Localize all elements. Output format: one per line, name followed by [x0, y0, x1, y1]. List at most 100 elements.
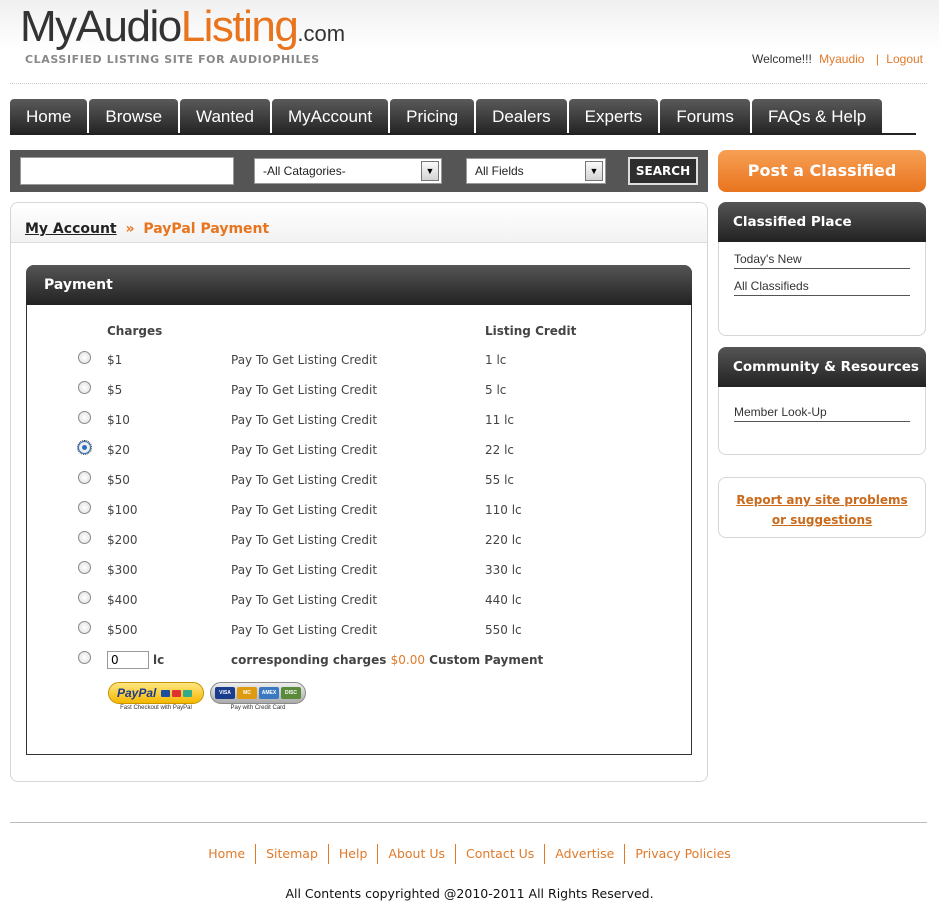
- report-suggestions-link[interactable]: or suggestions: [772, 513, 872, 527]
- paypal-logo: PayPal: [108, 682, 204, 704]
- payment-option-charge: $200: [107, 533, 138, 547]
- site-logo[interactable]: MyAudioListing.com: [20, 2, 345, 52]
- logout-link[interactable]: Logout: [886, 52, 923, 66]
- payment-option-description: Pay To Get Listing Credit: [231, 413, 378, 427]
- report-problems-box: Report any site problems or suggestions: [718, 477, 926, 538]
- category-select[interactable]: -All Catagories- ▼: [254, 158, 442, 184]
- footer-link-home[interactable]: Home: [198, 844, 255, 864]
- payment-option-charge: $20: [107, 443, 130, 457]
- paypal-label: PayPal: [117, 686, 157, 700]
- discover-card-icon: DISC: [281, 687, 301, 699]
- mastercard-icon: MC: [237, 687, 257, 699]
- chevron-down-icon[interactable]: ▼: [421, 161, 439, 181]
- classified-place-box: Classified Place Today's New All Classif…: [718, 202, 926, 336]
- custom-charges-suffix: Custom Payment: [429, 653, 544, 667]
- nav-tab-dealers[interactable]: Dealers: [476, 99, 567, 135]
- nav-tab-forums[interactable]: Forums: [660, 99, 750, 135]
- footer-link-help[interactable]: Help: [327, 844, 378, 864]
- payment-option-credit: 11 lc: [485, 413, 515, 427]
- post-classified-button[interactable]: Post a Classified: [718, 150, 926, 192]
- payment-option-credit: 220 lc: [485, 533, 522, 547]
- payment-option-charge: $5: [107, 383, 123, 397]
- main-content: My Account » PayPal Payment Payment Char…: [10, 202, 708, 782]
- nav-tab-home[interactable]: Home: [10, 99, 88, 135]
- card-mini-icon: [161, 689, 171, 697]
- nav-underline: [10, 133, 916, 135]
- nav-tab-experts[interactable]: Experts: [568, 99, 659, 135]
- payment-option-radio[interactable]: [78, 501, 91, 514]
- payment-option-charge: $500: [107, 623, 138, 637]
- nav-tab-myaccount[interactable]: MyAccount: [272, 99, 389, 135]
- col-header-listing-credit: Listing Credit: [485, 324, 577, 338]
- payment-option-description: Pay To Get Listing Credit: [231, 443, 378, 457]
- copyright-text: All Contents copyrighted @2010-2011 All …: [285, 886, 654, 901]
- payment-option-radio[interactable]: [78, 531, 91, 544]
- payment-option-radio[interactable]: [78, 561, 91, 574]
- credit-card-button[interactable]: VISA MC AMEX DISC Pay with Credit Card: [210, 682, 306, 714]
- breadcrumb-my-account[interactable]: My Account: [25, 221, 117, 237]
- custom-charges-amount: $0.00: [390, 653, 425, 667]
- paypal-caption: Fast Checkout with PayPal: [120, 705, 192, 711]
- visa-card-icon: VISA: [215, 687, 235, 699]
- payment-option-row: $500 Pay To Get Listing Credit 550 lc: [27, 621, 687, 641]
- all-classifieds-link[interactable]: All Classifieds: [734, 269, 910, 296]
- amex-card-icon: AMEX: [259, 687, 279, 699]
- payment-option-radio[interactable]: [77, 440, 92, 455]
- footer-link-advertise[interactable]: Advertise: [544, 844, 624, 864]
- payment-option-charge: $1: [107, 353, 123, 367]
- payment-option-row: $400 Pay To Get Listing Credit 440 lc: [27, 591, 687, 611]
- paypal-checkout-button[interactable]: PayPal Fast Checkout with PayPal: [108, 682, 204, 714]
- community-resources-box: Community & Resources Member Look-Up: [718, 347, 926, 455]
- username-link[interactable]: Myaudio: [819, 52, 864, 66]
- payment-option-row: $1 Pay To Get Listing Credit 1 lc: [27, 351, 687, 371]
- payment-option-row: $20 Pay To Get Listing Credit 22 lc: [27, 440, 687, 461]
- nav-tab-browse[interactable]: Browse: [89, 99, 179, 135]
- todays-new-link[interactable]: Today's New: [734, 242, 910, 269]
- payment-option-row: $5 Pay To Get Listing Credit 5 lc: [27, 381, 687, 401]
- payment-option-credit: 5 lc: [485, 383, 507, 397]
- payment-option-radio[interactable]: [78, 351, 91, 364]
- nav-tab-faqs-help[interactable]: FAQs & Help: [751, 99, 883, 135]
- payment-option-row: $100 Pay To Get Listing Credit 110 lc: [27, 501, 687, 521]
- payment-option-radio[interactable]: [78, 471, 91, 484]
- payment-option-credit: 550 lc: [485, 623, 522, 637]
- payment-option-radio[interactable]: [78, 381, 91, 394]
- footer-link-privacy-policies[interactable]: Privacy Policies: [624, 844, 740, 864]
- search-bar: -All Catagories- ▼ All Fields ▼ SEARCH: [10, 150, 708, 192]
- payment-option-row: $200 Pay To Get Listing Credit 220 lc: [27, 531, 687, 551]
- payment-option-credit: 22 lc: [485, 443, 515, 457]
- payment-option-description: Pay To Get Listing Credit: [231, 533, 378, 547]
- credit-card-logos: VISA MC AMEX DISC: [210, 682, 306, 704]
- payment-option-radio[interactable]: [78, 621, 91, 634]
- payment-option-radio[interactable]: [78, 411, 91, 424]
- chevron-down-icon[interactable]: ▼: [585, 161, 603, 181]
- payment-option-charge: $50: [107, 473, 130, 487]
- footer-link-about-us[interactable]: About Us: [377, 844, 455, 864]
- nav-tab-pricing[interactable]: Pricing: [390, 99, 475, 135]
- site-header: MyAudioListing.com CLASSIFIED LISTING SI…: [0, 0, 939, 84]
- custom-lc-unit: lc: [153, 653, 165, 667]
- fields-select-value: All Fields: [475, 164, 524, 178]
- member-lookup-link[interactable]: Member Look-Up: [734, 387, 910, 422]
- payment-option-radio[interactable]: [78, 591, 91, 604]
- search-button[interactable]: SEARCH: [628, 157, 698, 185]
- col-header-charges: Charges: [107, 324, 163, 338]
- payment-option-row: $10 Pay To Get Listing Credit 11 lc: [27, 411, 687, 431]
- custom-payment-radio[interactable]: [78, 651, 91, 664]
- nav-tab-wanted[interactable]: Wanted: [180, 99, 271, 135]
- footer-link-contact-us[interactable]: Contact Us: [454, 844, 544, 864]
- custom-lc-input[interactable]: [107, 651, 149, 669]
- payment-option-description: Pay To Get Listing Credit: [231, 503, 378, 517]
- custom-payment-text: corresponding charges $0.00 Custom Payme…: [231, 653, 543, 667]
- payment-panel: Payment Charges Listing Credit $1 Pay To …: [26, 265, 692, 755]
- payment-option-charge: $10: [107, 413, 130, 427]
- fields-select[interactable]: All Fields ▼: [466, 158, 606, 184]
- footer-link-sitemap[interactable]: Sitemap: [255, 844, 328, 864]
- footer-divider: [10, 822, 927, 823]
- report-problems-link[interactable]: Report any site problems: [736, 493, 907, 507]
- search-input[interactable]: [20, 157, 234, 185]
- credit-card-caption: Pay with Credit Card: [230, 705, 286, 711]
- payment-option-credit: 1 lc: [485, 353, 507, 367]
- custom-charges-prefix: corresponding charges: [231, 653, 387, 667]
- payment-option-description: Pay To Get Listing Credit: [231, 383, 378, 397]
